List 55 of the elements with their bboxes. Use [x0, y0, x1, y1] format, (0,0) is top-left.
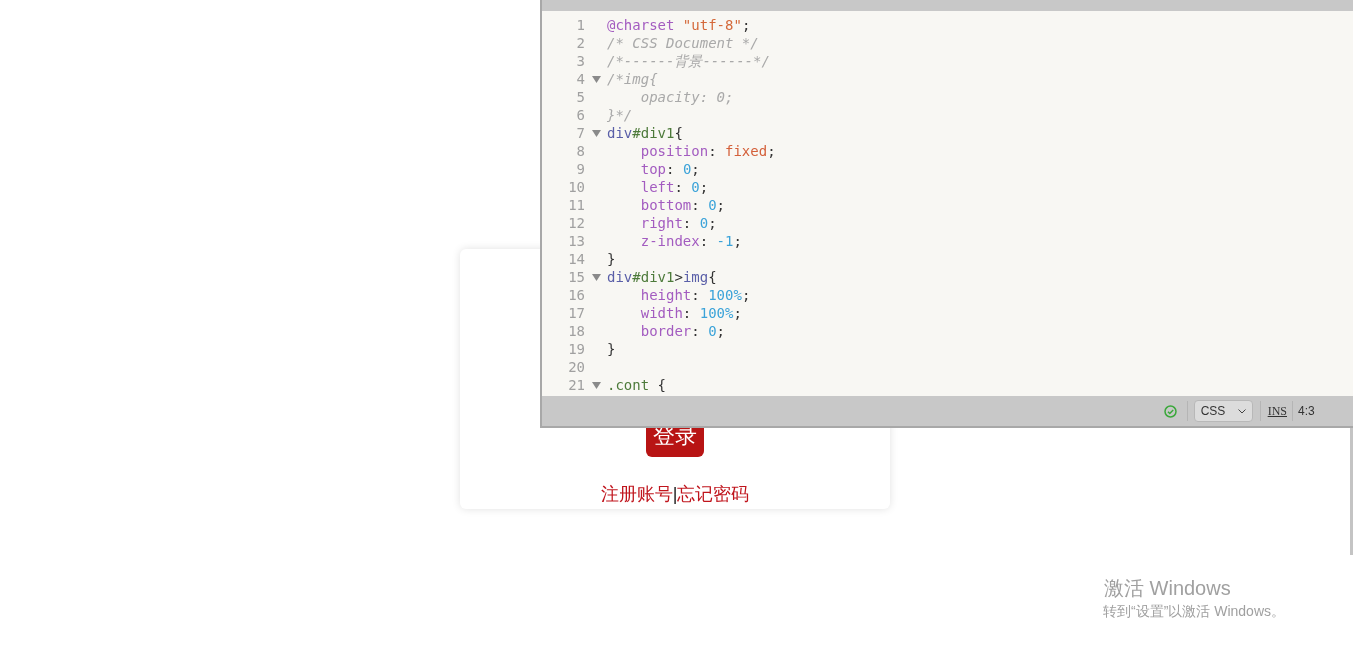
line-number: 1 — [575, 15, 585, 35]
code-line: @charset "utf-8"; — [607, 15, 751, 35]
line-number: 16 — [567, 285, 585, 305]
fold-arrow-icon[interactable] — [591, 129, 601, 137]
code-line: top: 0; — [639, 159, 700, 179]
code-line: left: 0; — [639, 177, 709, 197]
code-line: right: 0; — [639, 213, 717, 233]
line-number: 19 — [567, 339, 585, 359]
line-number: 12 — [567, 213, 585, 233]
code-line: height: 100%; — [639, 285, 751, 305]
register-link[interactable]: 注册账号 — [600, 481, 673, 508]
line-number: 9 — [575, 159, 585, 179]
line-number: 6 — [575, 105, 585, 125]
code-line: /*------背景------*/ — [607, 51, 770, 71]
fold-arrow-icon[interactable] — [591, 381, 601, 389]
line-number: 18 — [567, 321, 585, 341]
line-number: 8 — [575, 141, 585, 161]
code-line: .cont { — [607, 375, 666, 395]
code-line: div#div1{ — [607, 123, 683, 143]
code-line: div#div1>img{ — [607, 267, 717, 287]
fold-arrow-icon[interactable] — [591, 273, 601, 281]
code-line: z-index: -1; — [639, 231, 742, 251]
activation-title: 激活 Windows — [1104, 576, 1232, 601]
line-number: 20 — [567, 357, 585, 377]
code-line: } — [607, 339, 616, 359]
code-line: /*img{ — [607, 69, 658, 89]
fold-arrow-icon[interactable] — [591, 75, 601, 83]
line-number: 17 — [567, 303, 585, 323]
code-line: /* CSS Document */ — [607, 33, 759, 53]
code-line: border: 0; — [639, 321, 726, 341]
code-line: } — [607, 249, 616, 269]
code-line: }*/ — [607, 105, 633, 125]
activation-message: 转到“设置”以激活 Windows。 — [1103, 602, 1285, 621]
line-number: 11 — [567, 195, 585, 215]
line-number: 10 — [567, 177, 585, 197]
code-line: bottom: 0; — [639, 195, 726, 215]
chevron-down-icon — [1237, 408, 1246, 414]
line-number: 3 — [575, 51, 585, 71]
line-number: 5 — [575, 87, 585, 107]
code-line: width: 100%; — [639, 303, 742, 323]
line-number: 4 — [575, 69, 585, 89]
line-number: 15 — [567, 267, 585, 287]
line-number: 14 — [567, 249, 585, 269]
check-circle-icon — [1163, 404, 1177, 418]
language-select[interactable]: CSS — [1193, 400, 1253, 422]
insert-mode-indicator[interactable]: INS — [1267, 402, 1287, 420]
forgot-password-link[interactable]: 忘记密码 — [677, 481, 750, 508]
code-line: opacity: 0; — [639, 87, 734, 107]
cursor-position: 4:3 — [1298, 403, 1316, 420]
line-number: 2 — [575, 33, 585, 53]
line-number: 21 — [567, 375, 585, 395]
code-line: position: fixed; — [639, 141, 776, 161]
line-number: 13 — [567, 231, 585, 251]
link-separator: | — [672, 483, 678, 506]
line-number: 7 — [575, 123, 585, 143]
